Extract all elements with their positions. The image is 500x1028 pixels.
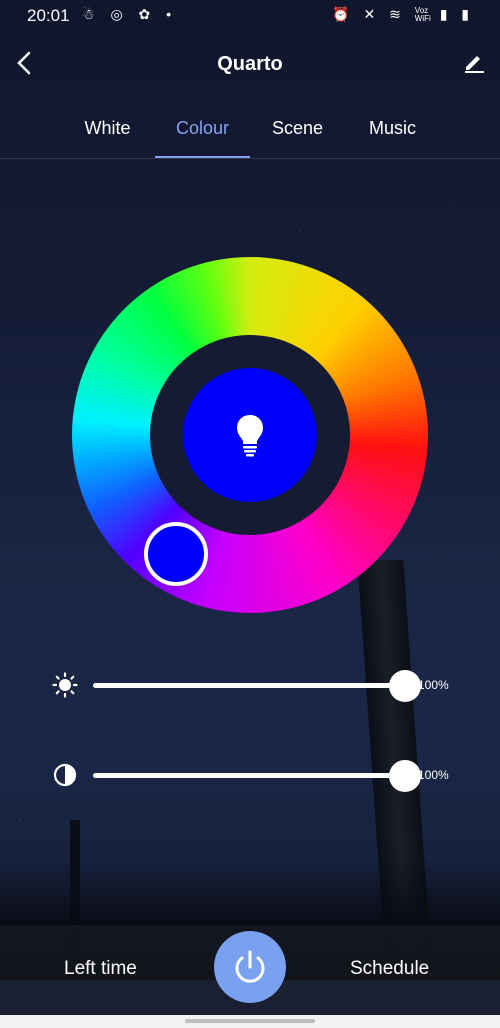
active-tab-indicator (155, 156, 250, 158)
color-picker-handle[interactable] (144, 522, 208, 586)
system-nav-bar (0, 1015, 500, 1028)
left-time-button[interactable]: Left time (64, 958, 137, 980)
status-bar: 20:01 ☃ ◎ ✿ • ⏰ ✕ ≋ Voz WiFi ▮ ▮ (0, 0, 500, 30)
tab-white[interactable]: White (60, 118, 155, 156)
brightness-value: 100% (418, 678, 449, 692)
page-title: Quarto (217, 53, 283, 75)
tab-colour[interactable]: Colour (155, 118, 250, 156)
tab-music[interactable]: Music (345, 118, 440, 156)
lightbulb-icon (237, 415, 263, 457)
color-wheel[interactable] (72, 257, 428, 613)
power-icon (235, 950, 265, 983)
saturation-slider[interactable]: 100% (52, 760, 472, 792)
pencil-icon (465, 56, 484, 73)
signal-battery-icon: ▮ ▮ (439, 6, 474, 22)
tab-scene[interactable]: Scene (250, 118, 345, 156)
system-icons: ⏰ ✕ ≋ Voz WiFi ▮ ▮ (332, 6, 474, 23)
edit-button[interactable] (462, 50, 486, 76)
brightness-slider[interactable]: 100% (52, 670, 472, 702)
power-button[interactable] (214, 931, 286, 1003)
sun-icon (52, 672, 78, 698)
alarm-mute-wifi-icons: ⏰ ✕ ≋ (332, 6, 406, 22)
saturation-track[interactable] (93, 773, 405, 778)
mode-tabs: White Colour Scene Music (0, 110, 500, 159)
contrast-icon (53, 763, 77, 787)
notification-icons: ☃ ◎ ✿ • (82, 6, 178, 22)
voz-wifi-icon: Voz WiFi (414, 6, 431, 24)
saturation-thumb[interactable] (389, 760, 421, 792)
brightness-track[interactable] (93, 683, 405, 688)
status-time: 20:01 (27, 6, 70, 25)
color-preview-button[interactable] (183, 368, 317, 502)
home-handle[interactable] (185, 1019, 315, 1023)
bottom-bar: Left time Schedule (0, 925, 500, 1015)
schedule-button[interactable]: Schedule (350, 958, 429, 980)
brightness-thumb[interactable] (389, 670, 421, 702)
saturation-value: 100% (418, 768, 449, 782)
